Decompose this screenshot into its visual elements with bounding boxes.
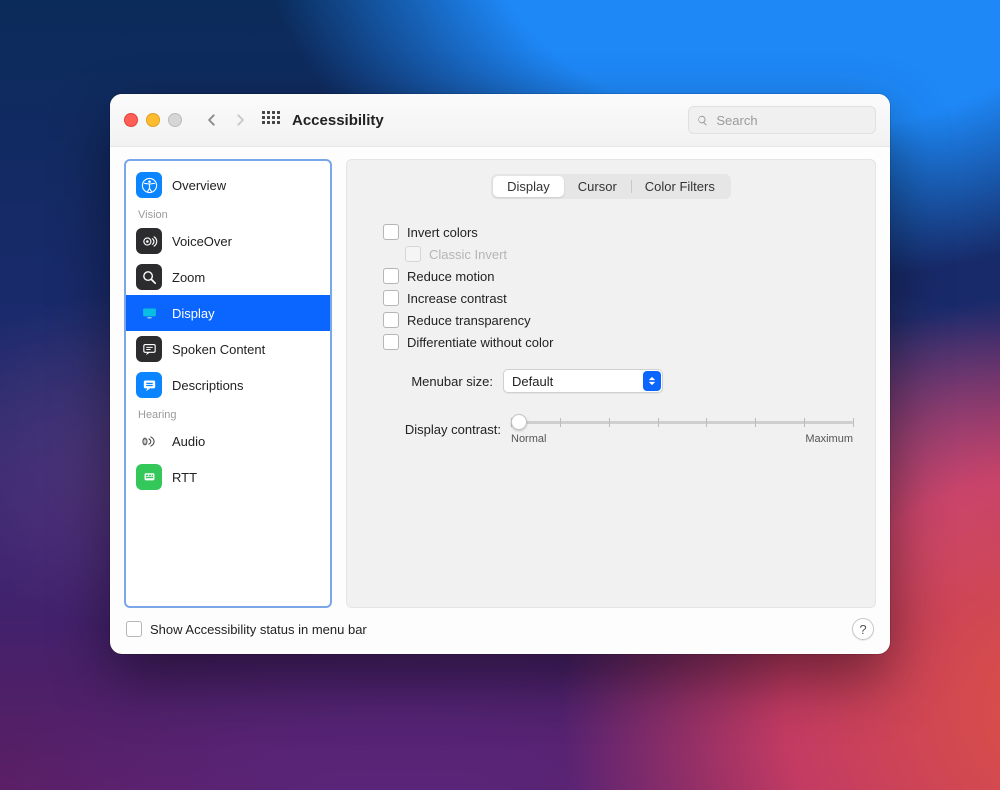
checkbox-label: Invert colors bbox=[407, 225, 478, 240]
sidebar-section-vision: Vision bbox=[126, 203, 330, 223]
voiceover-icon bbox=[136, 228, 162, 254]
slider-max-label: Maximum bbox=[805, 433, 853, 445]
back-button[interactable] bbox=[198, 106, 226, 134]
audio-icon bbox=[136, 428, 162, 454]
checkbox-show-accessibility-status[interactable]: Show Accessibility status in menu bar bbox=[126, 618, 367, 640]
select-stepper-icon bbox=[643, 371, 661, 391]
tab-cursor[interactable]: Cursor bbox=[564, 176, 631, 197]
window-footer: Show Accessibility status in menu bar ? bbox=[110, 608, 890, 654]
sidebar-item-label: VoiceOver bbox=[172, 234, 232, 249]
sidebar-item-label: Display bbox=[172, 306, 215, 321]
help-button[interactable]: ? bbox=[852, 618, 874, 640]
search-icon bbox=[697, 114, 708, 127]
display-icon bbox=[136, 300, 162, 326]
zoom-window-button[interactable] bbox=[168, 113, 182, 127]
menubar-size-select[interactable]: Default bbox=[503, 369, 663, 393]
select-value: Default bbox=[512, 374, 642, 389]
forward-button[interactable] bbox=[226, 106, 254, 134]
sidebar-item-voiceover[interactable]: VoiceOver bbox=[126, 223, 330, 259]
show-all-button[interactable] bbox=[262, 111, 280, 129]
titlebar: Accessibility bbox=[110, 94, 890, 147]
tab-color-filters[interactable]: Color Filters bbox=[631, 176, 729, 197]
checkbox-icon bbox=[383, 312, 399, 328]
checkbox-label: Reduce transparency bbox=[407, 313, 531, 328]
checkbox-differentiate-without-color[interactable]: Differentiate without color bbox=[383, 331, 853, 353]
slider-thumb[interactable] bbox=[511, 414, 527, 430]
chevron-left-icon bbox=[205, 113, 219, 127]
checkbox-label: Increase contrast bbox=[407, 291, 507, 306]
checkbox-reduce-motion[interactable]: Reduce motion bbox=[383, 265, 853, 287]
sidebar-item-display[interactable]: Display bbox=[126, 295, 330, 331]
rtt-icon bbox=[136, 464, 162, 490]
sidebar-item-descriptions[interactable]: Descriptions bbox=[126, 367, 330, 403]
checkbox-label: Reduce motion bbox=[407, 269, 494, 284]
menubar-size-label: Menubar size: bbox=[383, 374, 493, 389]
sidebar-item-zoom[interactable]: Zoom bbox=[126, 259, 330, 295]
sidebar-item-label: Audio bbox=[172, 434, 205, 449]
sidebar-item-label: Descriptions bbox=[172, 378, 244, 393]
close-window-button[interactable] bbox=[124, 113, 138, 127]
checkbox-label: Show Accessibility status in menu bar bbox=[150, 622, 367, 637]
display-contrast-label: Display contrast: bbox=[383, 422, 501, 437]
zoom-icon bbox=[136, 264, 162, 290]
window-title: Accessibility bbox=[292, 112, 384, 129]
tabs: Display Cursor Color Filters bbox=[491, 174, 731, 199]
sidebar-item-spoken-content[interactable]: Spoken Content bbox=[126, 331, 330, 367]
checkbox-icon bbox=[383, 290, 399, 306]
checkbox-label: Differentiate without color bbox=[407, 335, 553, 350]
checkbox-icon bbox=[126, 621, 142, 637]
search-input[interactable] bbox=[714, 112, 867, 129]
search-field[interactable] bbox=[688, 106, 876, 134]
checkbox-invert-colors[interactable]: Invert colors bbox=[383, 221, 853, 243]
checkbox-icon bbox=[383, 268, 399, 284]
sidebar-item-label: Overview bbox=[172, 178, 226, 193]
accessibility-icon bbox=[136, 172, 162, 198]
spoken-content-icon bbox=[136, 336, 162, 362]
sidebar-section-hearing: Hearing bbox=[126, 403, 330, 423]
display-contrast-slider[interactable] bbox=[511, 413, 853, 431]
checkbox-icon bbox=[383, 224, 399, 240]
tab-display[interactable]: Display bbox=[493, 176, 564, 197]
chevron-right-icon bbox=[233, 113, 247, 127]
sidebar: Overview Vision VoiceOver Zoom Display bbox=[124, 159, 332, 608]
checkbox-icon bbox=[405, 246, 421, 262]
slider-track bbox=[511, 421, 853, 424]
checkbox-reduce-transparency[interactable]: Reduce transparency bbox=[383, 309, 853, 331]
content-panel: Display Cursor Color Filters Invert colo… bbox=[346, 159, 876, 608]
checkbox-increase-contrast[interactable]: Increase contrast bbox=[383, 287, 853, 309]
sidebar-item-label: Zoom bbox=[172, 270, 205, 285]
preferences-window: Accessibility Overview Vision VoiceOver bbox=[110, 94, 890, 654]
slider-min-label: Normal bbox=[511, 433, 546, 445]
minimize-window-button[interactable] bbox=[146, 113, 160, 127]
sidebar-item-rtt[interactable]: RTT bbox=[126, 459, 330, 495]
sidebar-item-label: RTT bbox=[172, 470, 197, 485]
window-controls bbox=[124, 113, 182, 127]
checkbox-icon bbox=[383, 334, 399, 350]
checkbox-label: Classic Invert bbox=[429, 247, 507, 262]
descriptions-icon bbox=[136, 372, 162, 398]
sidebar-item-overview[interactable]: Overview bbox=[126, 167, 330, 203]
sidebar-item-audio[interactable]: Audio bbox=[126, 423, 330, 459]
sidebar-item-label: Spoken Content bbox=[172, 342, 265, 357]
checkbox-classic-invert: Classic Invert bbox=[405, 243, 853, 265]
